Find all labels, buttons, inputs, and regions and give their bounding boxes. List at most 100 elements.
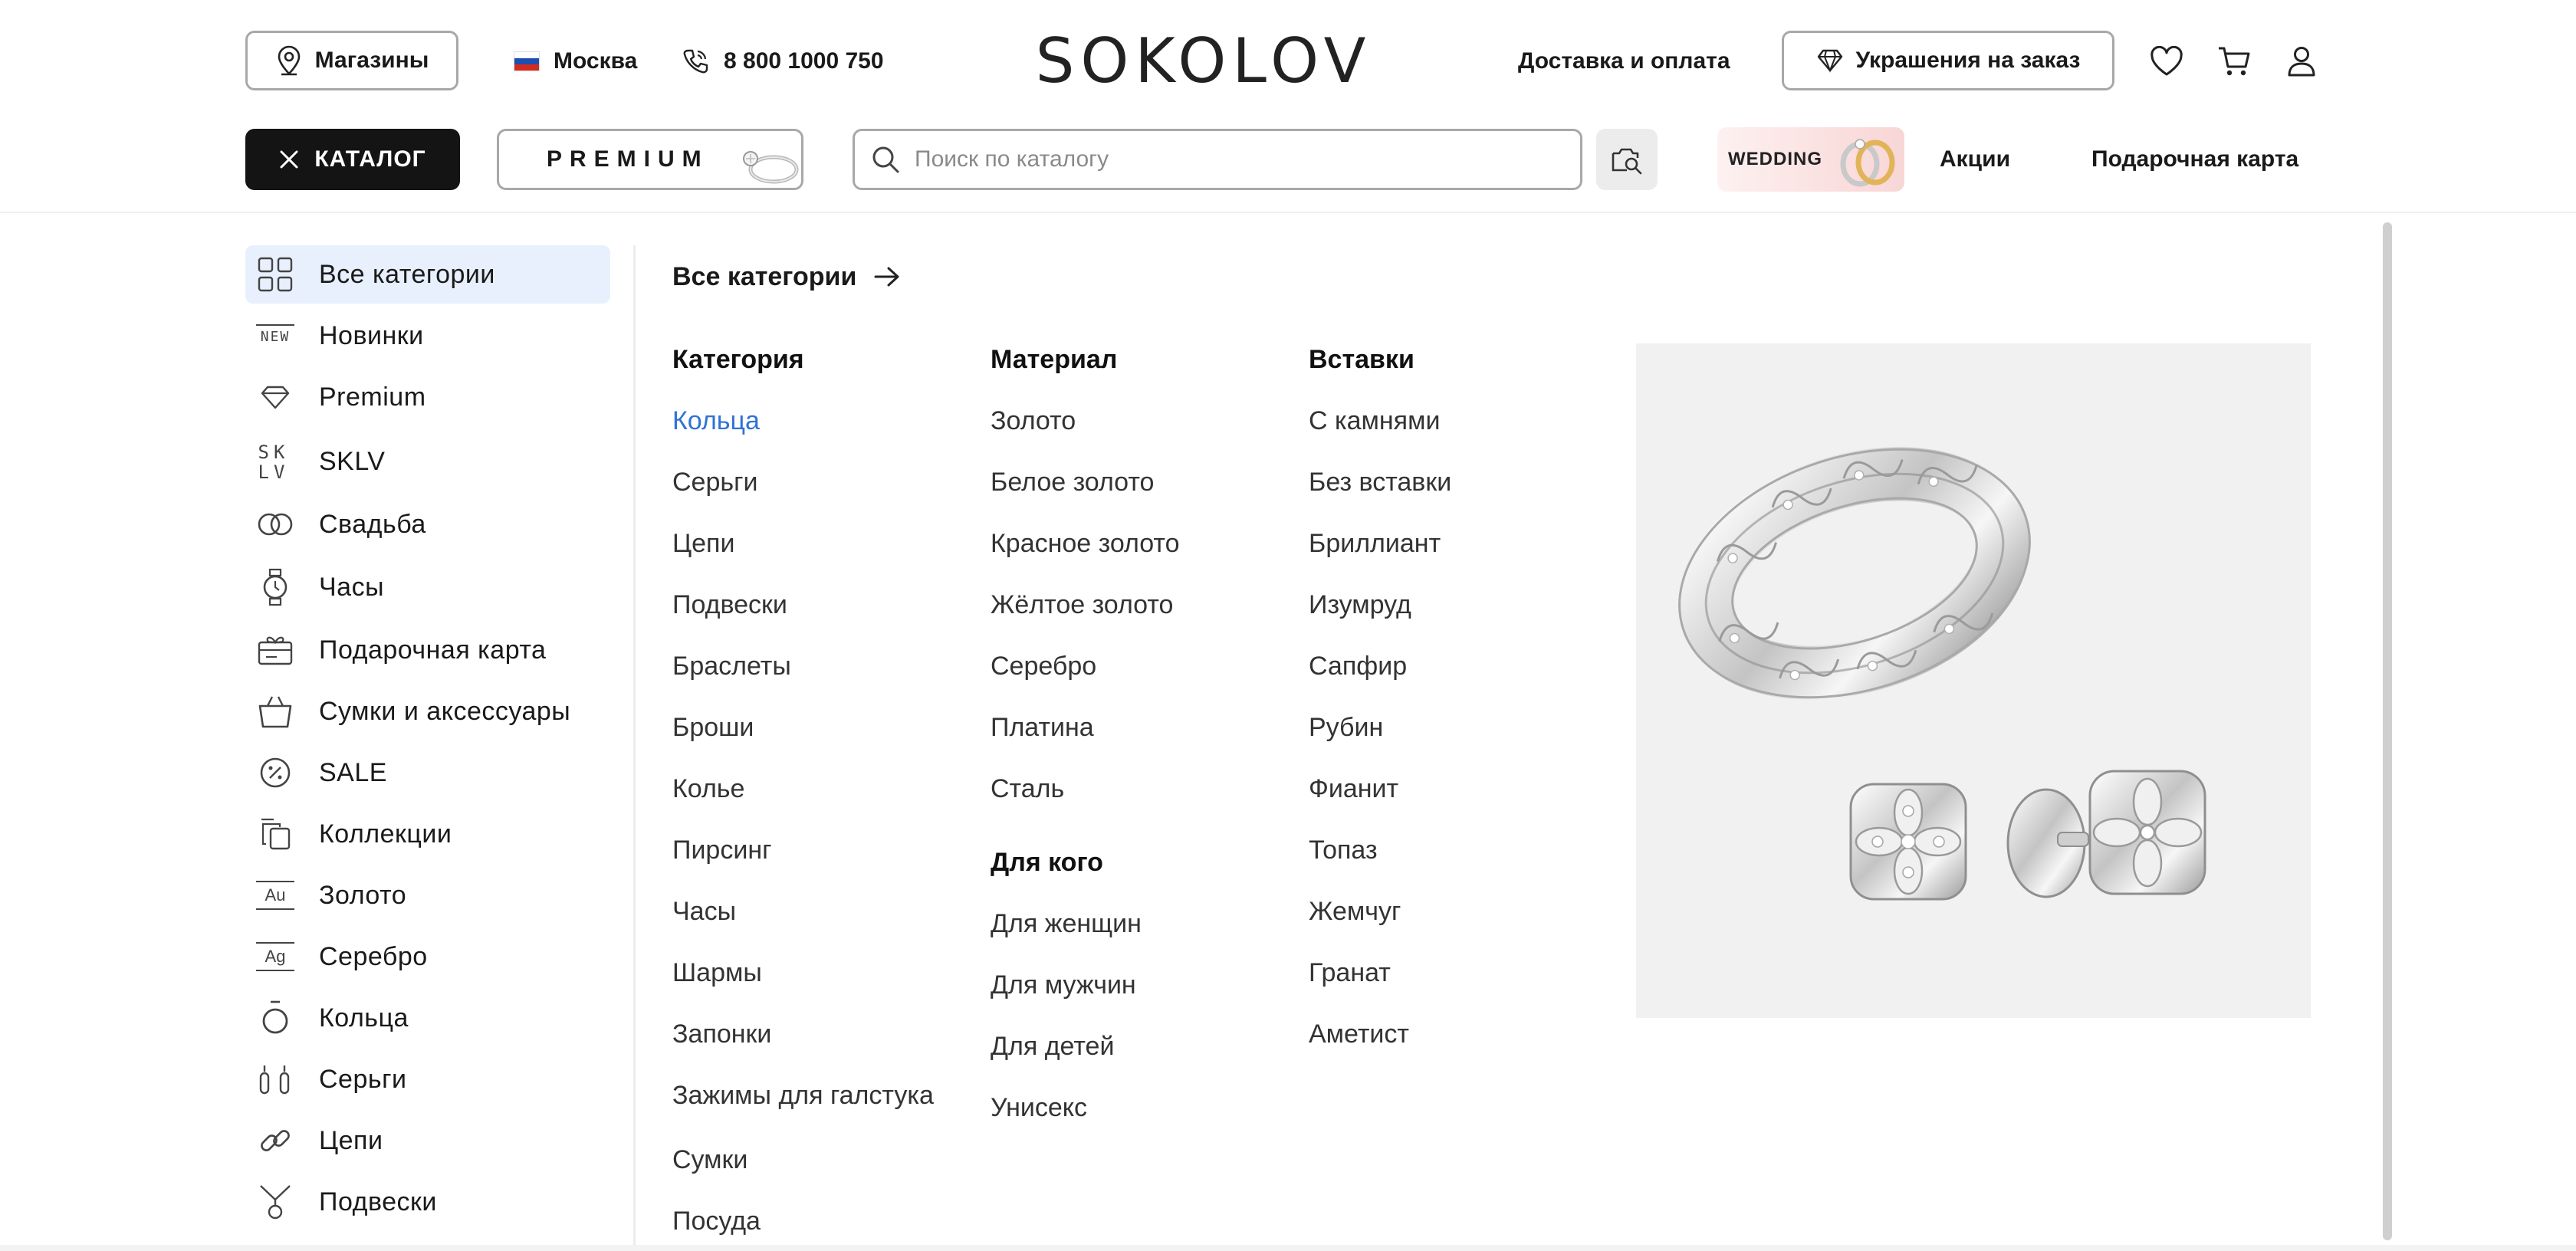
sidebar-item-pendants[interactable]: Подвески (245, 1173, 610, 1231)
city-selector[interactable]: Москва (514, 40, 637, 83)
catalog-label: КАТАЛОГ (314, 146, 426, 172)
inserts-link-pearl[interactable]: Жемчуг (1309, 897, 1401, 927)
inserts-link-amethyst[interactable]: Аметист (1309, 1020, 1409, 1049)
user-icon[interactable] (2279, 38, 2325, 84)
sidebar-item-sklv[interactable]: SK LV SKLV (245, 429, 610, 494)
sidebar-item-label: SKLV (319, 446, 386, 476)
sidebar-item-label: SALE (319, 757, 387, 787)
category-link-brooches[interactable]: Броши (672, 713, 754, 743)
sidebar-item-label: Premium (319, 382, 426, 412)
category-link-rings[interactable]: Кольца (672, 406, 760, 436)
material-link-silver[interactable]: Серебро (991, 652, 1096, 681)
sidebar-item-label: Коллекции (319, 819, 452, 849)
all-categories-label: Все категории (672, 261, 857, 291)
sidebar-item-gold[interactable]: Au Золото (245, 866, 610, 924)
category-link-pendants[interactable]: Подвески (672, 590, 787, 620)
material-link-white-gold[interactable]: Белое золото (991, 468, 1154, 497)
gift-card-icon (256, 631, 294, 669)
site-header: Магазины Москва 8 800 1000 750 SOKOLOV Д… (0, 0, 2576, 213)
sidebar-divider (633, 245, 636, 1251)
inserts-link-cubic-zirconia[interactable]: Фианит (1309, 774, 1398, 804)
sidebar-item-silver[interactable]: Ag Серебро (245, 928, 610, 986)
category-link-watches[interactable]: Часы (672, 897, 736, 927)
delivery-link[interactable]: Доставка и оплата (1518, 40, 1730, 83)
category-link-chains[interactable]: Цепи (672, 529, 734, 559)
camera-search-button[interactable] (1596, 129, 1658, 190)
category-link-necklaces[interactable]: Колье (672, 774, 744, 804)
sidebar-item-label: Все категории (319, 259, 495, 289)
promo-jewelry-image[interactable] (1636, 343, 2311, 1018)
stores-button[interactable]: Магазины (245, 31, 458, 90)
sidebar-item-gift-card[interactable]: Подарочная карта (245, 621, 610, 679)
inserts-link-no-insert[interactable]: Без вставки (1309, 468, 1451, 497)
sklv-logo-icon: SK LV (258, 442, 290, 483)
catalog-button[interactable]: КАТАЛОГ (245, 129, 460, 190)
inserts-link-emerald[interactable]: Изумруд (1309, 590, 1411, 620)
material-link-gold[interactable]: Золото (991, 406, 1076, 436)
material-link-platinum[interactable]: Платина (991, 713, 1094, 743)
russia-flag-icon (514, 51, 540, 71)
watch-icon (256, 568, 294, 606)
promotions-link[interactable]: Акции (1940, 138, 2010, 181)
category-link-charms[interactable]: Шармы (672, 958, 762, 988)
sidebar-item-new[interactable]: NEW Новинки (245, 307, 610, 365)
for-whom-link-women[interactable]: Для женщин (991, 909, 1142, 939)
category-link-cufflinks[interactable]: Запонки (672, 1020, 771, 1049)
bag-icon (256, 692, 294, 731)
inserts-link-garnet[interactable]: Гранат (1309, 958, 1391, 988)
sidebar-item-earrings[interactable]: Серьги (245, 1050, 610, 1108)
gift-card-link[interactable]: Подарочная карта (2091, 138, 2298, 181)
gold-au-icon: Au (256, 876, 294, 914)
close-icon (279, 149, 299, 169)
material-link-red-gold[interactable]: Красное золото (991, 529, 1180, 559)
inserts-link-with-stones[interactable]: С камнями (1309, 406, 1440, 436)
stores-label: Магазины (314, 48, 429, 73)
sidebar-item-label: Подвески (319, 1187, 437, 1217)
category-heading: Категория (672, 345, 804, 374)
category-link-piercing[interactable]: Пирсинг (672, 836, 772, 865)
inserts-link-sapphire[interactable]: Сапфир (1309, 652, 1407, 681)
sidebar-item-watches[interactable]: Часы (245, 558, 610, 616)
sidebar-item-all-categories[interactable]: Все категории (245, 245, 610, 304)
material-link-steel[interactable]: Сталь (991, 774, 1064, 804)
phone-link[interactable]: 8 800 1000 750 (682, 40, 884, 83)
custom-jewelry-button[interactable]: Украшения на заказ (1782, 31, 2114, 90)
catalog-sidebar: Все категории NEW Новинки Premium SK LV … (245, 245, 610, 1251)
ring-icon (256, 999, 294, 1037)
for-whom-link-unisex[interactable]: Унисекс (991, 1093, 1087, 1123)
cart-icon[interactable] (2211, 38, 2257, 84)
inserts-link-diamond[interactable]: Бриллиант (1309, 529, 1441, 559)
sidebar-item-wedding[interactable]: Свадьба (245, 495, 610, 553)
sidebar-item-premium[interactable]: Premium (245, 368, 610, 426)
category-link-bags[interactable]: Сумки (672, 1145, 748, 1175)
custom-jewelry-label: Украшения на заказ (1855, 48, 2081, 73)
material-heading: Материал (991, 345, 1118, 374)
diamond-icon (256, 378, 294, 416)
sidebar-item-sale[interactable]: SALE (245, 744, 610, 802)
sidebar-item-rings[interactable]: Кольца (245, 989, 610, 1047)
sokolov-logo[interactable]: SOKOLOV (1036, 25, 1366, 97)
sidebar-item-label: Новинки (319, 320, 424, 350)
sidebar-item-label: Сумки и аксессуары (319, 696, 571, 726)
category-link-earrings[interactable]: Серьги (672, 468, 757, 497)
for-whom-link-men[interactable]: Для мужчин (991, 970, 1136, 1000)
material-link-yellow-gold[interactable]: Жёлтое золото (991, 590, 1173, 620)
heart-icon[interactable] (2144, 38, 2190, 84)
inserts-link-ruby[interactable]: Рубин (1309, 713, 1383, 743)
premium-button[interactable]: PREMIUM (497, 129, 803, 190)
category-link-bracelets[interactable]: Браслеты (672, 652, 791, 681)
search-input[interactable] (915, 146, 1574, 172)
inserts-link-topaz[interactable]: Топаз (1309, 836, 1378, 865)
sidebar-item-bags[interactable]: Сумки и аксессуары (245, 682, 610, 740)
phone-label: 8 800 1000 750 (724, 48, 884, 74)
category-link-tableware[interactable]: Посуда (672, 1207, 761, 1236)
category-link-tie-clips[interactable]: Зажимы для галстука (672, 1081, 934, 1111)
wedding-banner-button[interactable]: WEDDING (1717, 127, 1904, 192)
sidebar-item-chains[interactable]: Цепи (245, 1111, 610, 1170)
dropdown-scrollbar[interactable] (2383, 222, 2392, 1240)
sidebar-item-collections[interactable]: Коллекции (245, 805, 610, 863)
search-box[interactable] (853, 129, 1582, 190)
all-categories-link[interactable]: Все категории (672, 256, 901, 297)
silver-ring-and-earrings-image (1678, 447, 2206, 901)
for-whom-link-kids[interactable]: Для детей (991, 1032, 1114, 1062)
